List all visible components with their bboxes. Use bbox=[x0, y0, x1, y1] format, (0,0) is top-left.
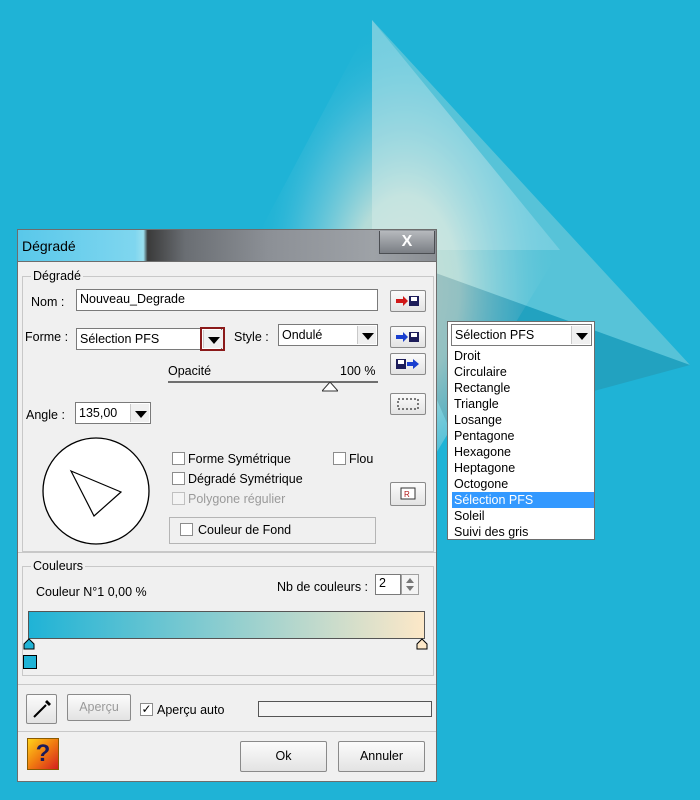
ok-button[interactable]: Ok bbox=[240, 741, 327, 772]
shape-label: Forme : bbox=[25, 330, 69, 344]
question-mark-icon: ? bbox=[35, 740, 51, 767]
export-gradient-icon bbox=[396, 359, 419, 369]
spinner-arrows-icon bbox=[406, 578, 414, 591]
svg-text:R: R bbox=[404, 490, 410, 499]
section-separator bbox=[18, 731, 436, 732]
blur-label: Flou bbox=[349, 452, 374, 466]
reset-button[interactable]: R bbox=[390, 482, 426, 506]
regular-polygon-label: Polygone régulier bbox=[188, 492, 286, 506]
angle-select-arrow[interactable] bbox=[130, 404, 149, 422]
angle-label: Angle : bbox=[26, 408, 65, 422]
shape-dropdown-arrow[interactable] bbox=[571, 326, 590, 344]
auto-preview-label: Aperçu auto bbox=[157, 703, 225, 717]
shape-select[interactable]: Sélection PFS bbox=[76, 327, 225, 351]
opacity-value: 100 % bbox=[340, 364, 376, 378]
symmetric-shape-label: Forme Symétrique bbox=[188, 452, 291, 466]
symmetric-gradient-checkbox[interactable] bbox=[172, 472, 185, 485]
opacity-slider-track[interactable] bbox=[168, 381, 378, 383]
title-bar[interactable]: Dégradé X bbox=[18, 230, 436, 262]
auto-preview-checkbox[interactable]: ✓ bbox=[140, 703, 153, 716]
shape-option[interactable]: Circulaire bbox=[452, 364, 594, 380]
background-color-checkbox[interactable] bbox=[180, 523, 193, 536]
color-stop-end[interactable] bbox=[416, 638, 428, 650]
eyedropper-icon bbox=[32, 700, 51, 718]
shape-option[interactable]: Losange bbox=[452, 412, 594, 428]
colors-group-label: Couleurs bbox=[31, 559, 86, 573]
shape-dropdown-select[interactable]: Sélection PFS bbox=[451, 324, 592, 346]
selected-color-swatch[interactable] bbox=[23, 655, 37, 669]
shape-select-value: Sélection PFS bbox=[80, 332, 160, 346]
shape-option[interactable]: Droit bbox=[452, 348, 594, 364]
angle-dial[interactable] bbox=[41, 436, 151, 546]
angle-select-value: 135,00 bbox=[79, 406, 118, 420]
shape-dropdown-value: Sélection PFS bbox=[455, 328, 535, 342]
shape-dropdown-popup: Sélection PFS Droit Circulaire Rectangle Tr… bbox=[447, 321, 595, 540]
chevron-down-icon bbox=[135, 411, 147, 418]
opacity-label: Opacité bbox=[168, 364, 212, 378]
shape-option[interactable]: Octogone bbox=[452, 476, 594, 492]
load-gradient-icon bbox=[396, 296, 419, 306]
symmetric-gradient-label: Dégradé Symétrique bbox=[188, 472, 303, 486]
shape-option[interactable]: Sélection PFS bbox=[452, 492, 594, 508]
color-picker-button[interactable] bbox=[26, 694, 57, 724]
style-select[interactable]: Ondulé bbox=[278, 324, 378, 346]
blur-checkbox[interactable] bbox=[333, 452, 346, 465]
color-info: Couleur N°1 0,00 % bbox=[36, 585, 147, 599]
style-select-value: Ondulé bbox=[282, 328, 323, 342]
color-count-label: Nb de couleurs : bbox=[277, 580, 369, 594]
color-count-spinner[interactable] bbox=[401, 574, 419, 595]
save-gradient-icon bbox=[396, 332, 419, 342]
regular-polygon-checkbox[interactable] bbox=[172, 492, 185, 505]
shape-option[interactable]: Suivi des gris bbox=[452, 524, 594, 540]
selection-rect-icon bbox=[397, 398, 419, 410]
gradient-group-label: Dégradé bbox=[31, 269, 83, 283]
preview-button[interactable]: Aperçu bbox=[67, 694, 131, 721]
gradient-dialog: Dégradé X Dégradé Nom : Nouveau_Degrade … bbox=[17, 229, 437, 782]
cancel-button[interactable]: Annuler bbox=[338, 741, 425, 772]
color-count-input[interactable]: 2 bbox=[375, 574, 401, 595]
section-separator bbox=[18, 684, 436, 685]
help-button[interactable]: ? bbox=[27, 738, 59, 770]
selection-rect-button[interactable] bbox=[390, 393, 426, 415]
color-stop-start[interactable] bbox=[23, 638, 35, 650]
opacity-slider-thumb[interactable] bbox=[322, 382, 338, 392]
preview-progress-box bbox=[258, 701, 432, 717]
shape-option[interactable]: Heptagone bbox=[452, 460, 594, 476]
shape-option[interactable]: Hexagone bbox=[452, 444, 594, 460]
chevron-down-icon bbox=[362, 333, 374, 340]
chevron-down-icon bbox=[208, 337, 220, 344]
angle-select[interactable]: 135,00 bbox=[75, 402, 151, 424]
section-separator bbox=[18, 552, 436, 553]
shape-select-arrow[interactable] bbox=[200, 327, 225, 351]
load-gradient-button[interactable] bbox=[390, 290, 426, 312]
export-gradient-button[interactable] bbox=[390, 353, 426, 375]
reset-icon: R bbox=[400, 487, 416, 500]
shape-option[interactable]: Soleil bbox=[452, 508, 594, 524]
symmetric-shape-checkbox[interactable] bbox=[172, 452, 185, 465]
save-gradient-button[interactable] bbox=[390, 326, 426, 348]
style-label: Style : bbox=[234, 330, 269, 344]
background-color-label: Couleur de Fond bbox=[198, 523, 292, 537]
close-button[interactable]: X bbox=[379, 231, 435, 254]
gradient-preview-bar[interactable] bbox=[28, 611, 425, 639]
shape-option[interactable]: Rectangle bbox=[452, 380, 594, 396]
name-label: Nom : bbox=[31, 295, 65, 309]
name-input[interactable]: Nouveau_Degrade bbox=[76, 289, 378, 311]
chevron-down-icon bbox=[576, 333, 588, 340]
shape-options-list: Droit Circulaire Rectangle Triangle Losange P… bbox=[452, 348, 594, 540]
style-select-arrow[interactable] bbox=[357, 326, 376, 344]
dialog-title: Dégradé bbox=[22, 238, 76, 254]
shape-option[interactable]: Triangle bbox=[452, 396, 594, 412]
shape-option[interactable]: Pentagone bbox=[452, 428, 594, 444]
